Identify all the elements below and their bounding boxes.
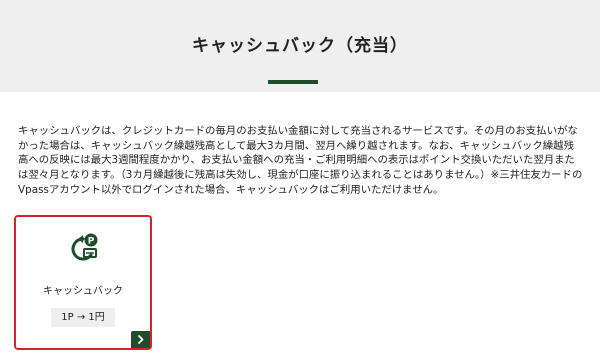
page-header: キャッシュバック（充当）	[0, 0, 600, 92]
conversion-rate: 1P → 1円	[51, 308, 115, 327]
card-label: キャッシュバック	[43, 286, 123, 297]
chevron-right-icon[interactable]	[131, 331, 150, 348]
cashback-description: キャッシュバックは、クレジットカードの毎月のお支払い金額に対して充当されるサービ…	[18, 125, 583, 196]
title-underline	[268, 80, 318, 84]
cashback-coin-icon: P	[69, 233, 101, 263]
svg-text:P: P	[88, 236, 95, 246]
cashback-option-card[interactable]: P キャッシュバック 1P → 1円	[14, 215, 152, 350]
page-title: キャッシュバック（充当）	[192, 36, 408, 56]
